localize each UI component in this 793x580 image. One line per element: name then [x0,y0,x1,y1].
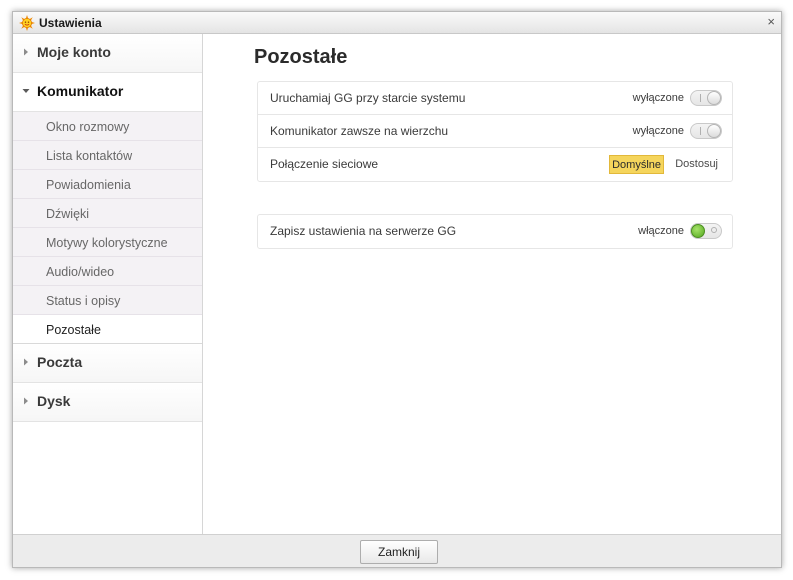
chevron-right-icon [24,48,28,56]
sidebar-section-moje-konto[interactable]: Moje konto [13,34,202,73]
sidebar-item-label: Powiadomienia [46,178,131,192]
sidebar-item-label: Motywy kolorystyczne [46,236,168,250]
sidebar-item-label: Pozostałe [46,323,101,337]
sidebar-section-dysk[interactable]: Dysk [13,383,202,422]
toggle-ring [711,227,717,233]
sidebar-item-status-i-opisy[interactable]: Status i opisy [13,286,202,315]
settings-group-general: Uruchamiaj GG przy starcie systemu wyłąc… [257,81,733,182]
sidebar-item-label: Status i opisy [46,294,121,308]
sidebar-item-dzwieki[interactable]: Dźwięki [13,199,202,228]
close-icon[interactable]: × [767,14,775,30]
close-button[interactable]: Zamknij [360,540,438,564]
toggle-state-label: włączone [638,225,684,237]
gg-sun-icon [19,15,35,31]
setting-row-always-on-top: Komunikator zawsze na wierzchu wyłączone [258,115,732,148]
network-default-option[interactable]: Domyślne [609,155,664,174]
sidebar-section-label: Komunikator [37,83,124,99]
setting-label: Zapisz ustawienia na serwerze GG [270,224,457,238]
sidebar-item-motywy-kolorystyczne[interactable]: Motywy kolorystyczne [13,228,202,257]
sidebar-item-powiadomienia[interactable]: Powiadomienia [13,170,202,199]
page-title: Pozostałe [254,46,348,68]
setting-label: Komunikator zawsze na wierzchu [270,124,449,138]
settings-group-sync: Zapisz ustawienia na serwerze GG włączon… [257,214,733,249]
setting-label: Uruchamiaj GG przy starcie systemu [270,91,466,105]
sidebar-section-label: Moje konto [37,44,111,60]
save-to-server-toggle[interactable] [690,223,722,239]
toggle-state-label: wyłączone [632,92,684,104]
toggle-knob [707,91,721,105]
setting-row-save-to-server: Zapisz ustawienia na serwerze GG włączon… [258,215,732,248]
setting-label: Połączenie sieciowe [270,157,379,171]
sidebar-item-okno-rozmowy[interactable]: Okno rozmowy [13,112,202,141]
settings-window: Ustawienia × Moje konto Komunikator Okno… [12,11,782,568]
sidebar-section-komunikator[interactable]: Komunikator [13,73,202,112]
main-content: Pozostałe Uruchamiaj GG przy starcie sys… [203,34,781,534]
toggle-knob [707,124,721,138]
setting-row-autostart: Uruchamiaj GG przy starcie systemu wyłąc… [258,82,732,115]
always-on-top-toggle[interactable] [690,123,722,139]
sidebar-section-label: Poczta [37,354,83,370]
sidebar-item-label: Dźwięki [46,207,90,221]
window-title: Ustawienia [39,16,102,30]
sidebar-section-label: Dysk [37,393,71,409]
chevron-right-icon [24,358,28,366]
sidebar: Moje konto Komunikator Okno rozmowy List… [13,34,203,534]
title-bar: Ustawienia × [13,12,781,34]
setting-row-network: Połączenie sieciowe Domyślne Dostosuj [258,148,732,181]
autostart-toggle[interactable] [690,90,722,106]
toggle-knob [691,224,705,238]
toggle-state-label: wyłączone [632,125,684,137]
sidebar-item-label: Lista kontaktów [46,149,133,163]
chevron-down-icon [22,89,30,93]
sidebar-section-poczta[interactable]: Poczta [13,344,202,383]
sidebar-item-label: Okno rozmowy [46,120,130,134]
footer-bar: Zamknij [13,534,781,567]
sidebar-item-lista-kontaktow[interactable]: Lista kontaktów [13,141,202,170]
sidebar-item-pozostale[interactable]: Pozostałe [13,315,202,344]
sidebar-item-audio-wideo[interactable]: Audio/wideo [13,257,202,286]
toggle-mark [700,127,701,135]
toggle-mark [700,94,701,102]
chevron-right-icon [24,397,28,405]
sidebar-item-label: Audio/wideo [46,265,115,279]
network-customize-option[interactable]: Dostosuj [673,155,720,174]
